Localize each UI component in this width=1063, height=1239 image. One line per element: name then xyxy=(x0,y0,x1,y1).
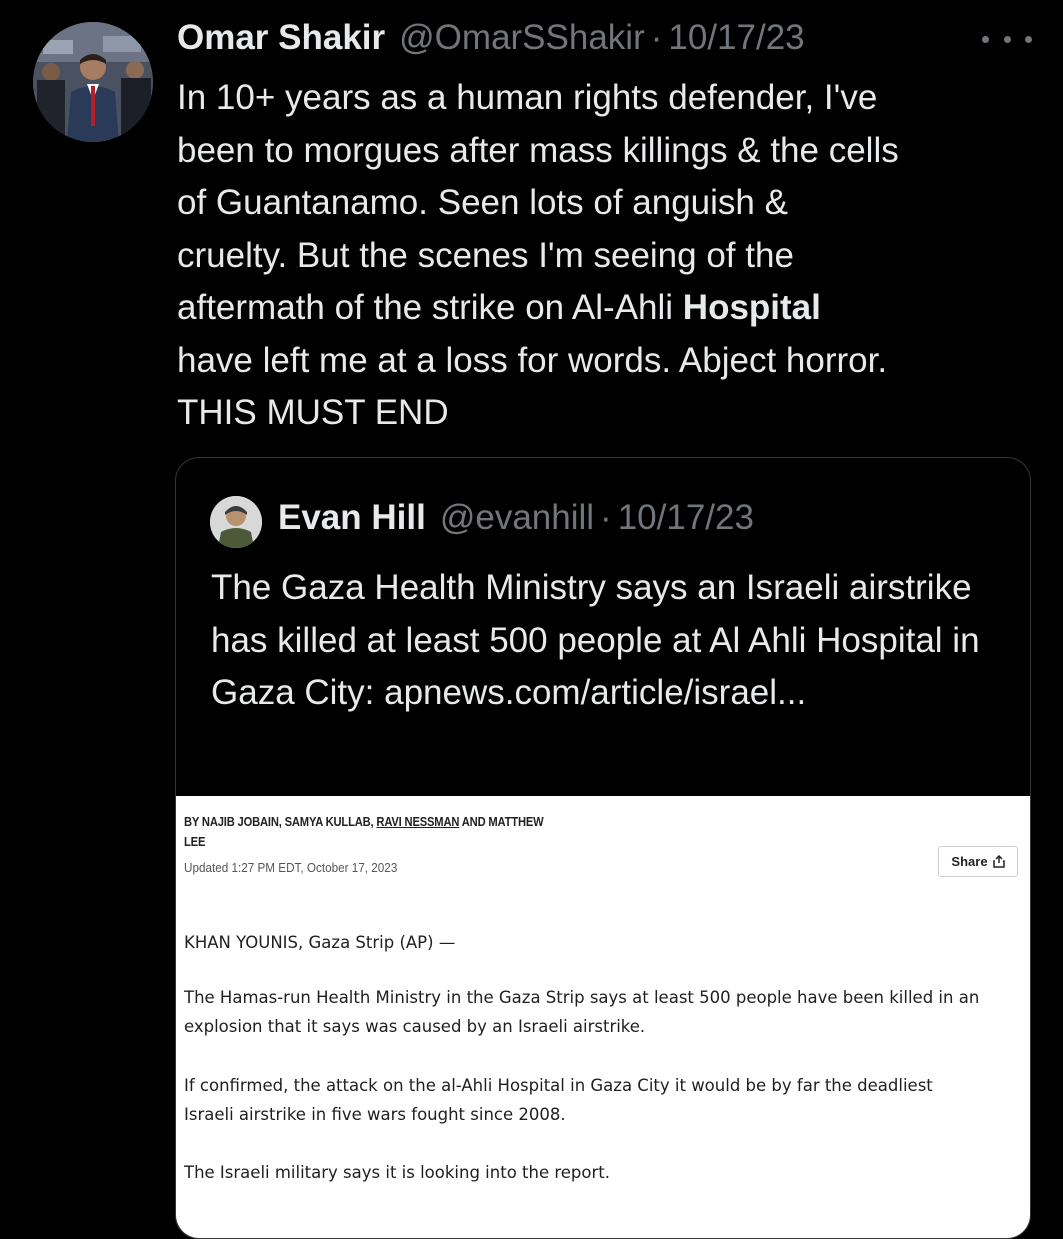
more-horizontal-icon[interactable] xyxy=(982,24,1032,54)
quoted-author-name[interactable]: Evan Hill xyxy=(278,498,426,538)
quoted-tweet-date[interactable]: 10/17/23 xyxy=(618,498,754,538)
article-updated-time: Updated 1:27 PM EDT, October 17, 2023 xyxy=(184,860,398,875)
tweet-text-part-2: have left me at a loss for words. Abject… xyxy=(177,340,888,433)
article-dateline: KHAN YOUNIS, Gaza Strip (AP) — xyxy=(184,933,456,952)
article-paragraph: The Israeli military says it is looking … xyxy=(184,1163,610,1182)
quoted-tweet-text: The Gaza Health Ministry says an Israeli… xyxy=(211,568,980,712)
article-paragraph: If confirmed, the attack on the al-Ahli … xyxy=(184,1076,933,1124)
article-share-button: Share xyxy=(938,846,1018,877)
article-byline: BY NAJIB JOBAIN, SAMYA KULLAB, RAVI NESS… xyxy=(184,814,544,849)
share-label: Share xyxy=(951,854,988,869)
quoted-author-avatar[interactable] xyxy=(210,496,262,548)
share-icon xyxy=(992,855,1005,868)
quoted-tweet[interactable]: Evan Hill @evanhill · 10/17/23 The Gaza … xyxy=(175,457,1031,1239)
separator-dot: · xyxy=(650,18,663,57)
article-screenshot-image[interactable]: BY NAJIB JOBAIN, SAMYA KULLAB, RAVI NESS… xyxy=(176,796,1030,1238)
byline-author-link: RAVI NESSMAN xyxy=(376,814,460,829)
quoted-author-handle[interactable]: @evanhill xyxy=(440,498,594,538)
article-paragraph: The Hamas-run Health Ministry in the Gaz… xyxy=(184,988,980,1036)
quoted-tweet-header: Evan Hill @evanhill · 10/17/23 xyxy=(278,498,754,538)
tweet-text-bold: Hospital xyxy=(682,288,821,327)
tweet[interactable]: Omar Shakir @OmarSShakir · 10/17/23 In 1… xyxy=(0,0,1063,1239)
author-handle[interactable]: @OmarSShakir xyxy=(399,18,645,58)
tweet-date[interactable]: 10/17/23 xyxy=(668,18,804,58)
author-avatar[interactable] xyxy=(33,22,153,142)
tweet-text: In 10+ years as a human rights defender,… xyxy=(177,72,1037,440)
tweet-header: Omar Shakir @OmarSShakir · 10/17/23 xyxy=(177,18,805,64)
author-name[interactable]: Omar Shakir xyxy=(177,18,385,58)
quoted-separator-dot: · xyxy=(600,498,612,537)
